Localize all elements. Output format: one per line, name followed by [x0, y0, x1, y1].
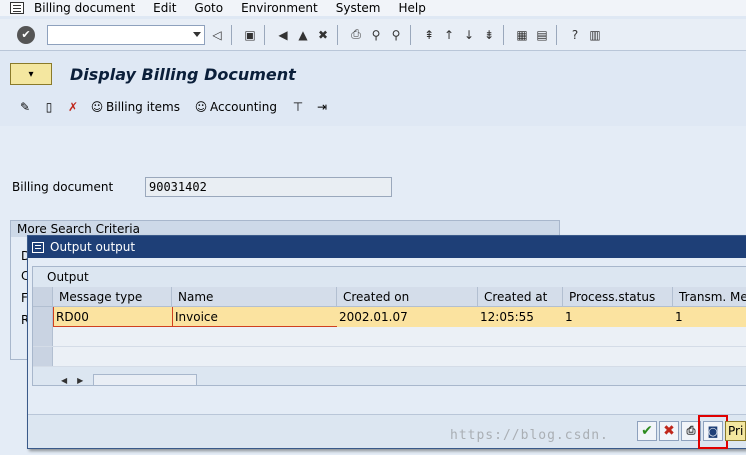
menu-edit[interactable]: Edit: [153, 1, 176, 15]
menu-billing-document[interactable]: Billing document: [34, 1, 135, 15]
table-row[interactable]: [33, 327, 746, 347]
last-page-icon[interactable]: ⇟: [481, 27, 497, 43]
person-icon: ☺: [194, 100, 208, 114]
menu-goto[interactable]: Goto: [194, 1, 223, 15]
column-header-created-on[interactable]: Created on: [337, 287, 478, 306]
dialog-menu-icon[interactable]: [32, 241, 44, 253]
print-preview-label[interactable]: Pri: [725, 421, 746, 441]
output-table: Message type Name Created on Created at …: [33, 287, 746, 367]
previous-page-icon[interactable]: ↑: [441, 27, 457, 43]
cancel-button[interactable]: ✖: [659, 421, 679, 441]
cancel-icon[interactable]: ✖: [315, 27, 331, 43]
page-title: Display Billing Document: [70, 64, 296, 84]
back-arrow-icon[interactable]: ◁: [209, 27, 225, 43]
enter-icon[interactable]: ✔: [17, 25, 35, 44]
select-all-cell[interactable]: [33, 287, 53, 306]
dialog-title-bar: Output output: [28, 236, 746, 258]
name-cell[interactable]: Invoice: [172, 307, 337, 327]
message-type-cell[interactable]: RD00: [53, 307, 172, 327]
separator: [264, 24, 265, 45]
pencil-icon[interactable]: ✎: [18, 100, 32, 114]
highlight-box: [698, 415, 728, 449]
horizontal-scrollbar[interactable]: ◀ ▶: [61, 374, 198, 386]
chevron-down-icon[interactable]: [193, 31, 201, 37]
print-icon[interactable]: ⎙: [348, 27, 364, 43]
row-selector[interactable]: [33, 347, 53, 366]
separator: [503, 24, 504, 45]
dialog-footer: ✔ ✖ ⎙ ◙ Pri: [28, 414, 746, 449]
next-page-icon[interactable]: ↓: [461, 27, 477, 43]
scroll-thumb[interactable]: [93, 374, 198, 386]
output-group-title: Output: [47, 270, 89, 284]
layout-icon[interactable]: ▥: [587, 27, 603, 43]
column-header-created-at[interactable]: Created at: [478, 287, 563, 306]
person-icon: ☺: [90, 100, 104, 114]
separator: [410, 24, 411, 45]
created-at-cell: 12:05:55: [480, 310, 534, 324]
title-bar: ▾ Display Billing Document: [10, 62, 746, 86]
output-icon[interactable]: ⇥: [315, 100, 329, 114]
column-header-message-type[interactable]: Message type: [53, 287, 172, 306]
screen-menu-icon[interactable]: ▾: [10, 63, 52, 85]
hierarchy-icon[interactable]: ⊤: [291, 100, 305, 114]
menu-icon[interactable]: [10, 2, 24, 14]
first-page-icon[interactable]: ⇞: [421, 27, 437, 43]
confirm-button[interactable]: ✔: [637, 421, 657, 441]
separator: [337, 24, 338, 45]
menu-system[interactable]: System: [336, 1, 381, 15]
menu-help[interactable]: Help: [398, 1, 425, 15]
accounting-label: Accounting: [209, 100, 277, 114]
billing-items-button[interactable]: ☺ Billing items: [90, 100, 180, 114]
transm-medium-cell: 1: [675, 310, 683, 324]
separator: [231, 24, 232, 45]
watermark: https://blog.csdn.: [450, 428, 609, 443]
column-header-name[interactable]: Name: [172, 287, 337, 306]
create-session-icon[interactable]: ▦: [514, 27, 530, 43]
scroll-left-icon[interactable]: ◀: [61, 376, 67, 385]
process-status-cell: 1: [565, 310, 573, 324]
created-on-cell: 2002.01.07: [339, 310, 408, 324]
separator: [556, 24, 557, 45]
cancel-document-icon[interactable]: ✗: [66, 100, 80, 114]
menu-environment[interactable]: Environment: [241, 1, 318, 15]
row-selector[interactable]: [33, 307, 53, 327]
output-dialog: Output output Output Message type Name C…: [27, 235, 746, 449]
find-next-icon[interactable]: ⚲: [388, 27, 404, 43]
exit-icon[interactable]: ▲: [295, 27, 311, 43]
find-icon[interactable]: ⚲: [368, 27, 384, 43]
table-header: Message type Name Created on Created at …: [33, 287, 746, 307]
column-header-transm-medium[interactable]: Transm. Medi: [673, 287, 746, 306]
shortcut-icon[interactable]: ▤: [534, 27, 550, 43]
save-icon[interactable]: ▣: [242, 27, 258, 43]
back-icon[interactable]: ◀: [275, 27, 291, 43]
output-group: Output Message type Name Created on Crea…: [32, 266, 746, 386]
command-field[interactable]: [47, 24, 205, 45]
menu-bar: Billing document Edit Goto Environment S…: [0, 0, 746, 16]
table-row[interactable]: [33, 347, 746, 367]
accounting-button[interactable]: ☺ Accounting: [194, 100, 277, 114]
billing-document-label: Billing document: [12, 180, 114, 194]
standard-toolbar: ✔ ◁ ▣ ◀ ▲ ✖ ⎙ ⚲ ⚲ ⇞ ↑ ↓ ⇟ ▦ ▤ ? ▥: [0, 19, 746, 51]
billing-items-label: Billing items: [106, 100, 180, 114]
scroll-right-icon[interactable]: ▶: [77, 376, 83, 385]
application-toolbar: ✎ ▯ ✗ ☺ Billing items ☺ Accounting ⊤ ⇥: [18, 97, 339, 117]
document-icon[interactable]: ▯: [42, 100, 56, 114]
help-icon[interactable]: ?: [567, 27, 583, 43]
row-selector[interactable]: [33, 327, 53, 346]
column-header-process-status[interactable]: Process.status: [563, 287, 673, 306]
billing-document-field[interactable]: 90031402: [145, 177, 392, 197]
table-row[interactable]: RD00 Invoice 2002.01.07 12:05:55 1 1: [33, 307, 746, 327]
dialog-title: Output output: [50, 240, 136, 254]
